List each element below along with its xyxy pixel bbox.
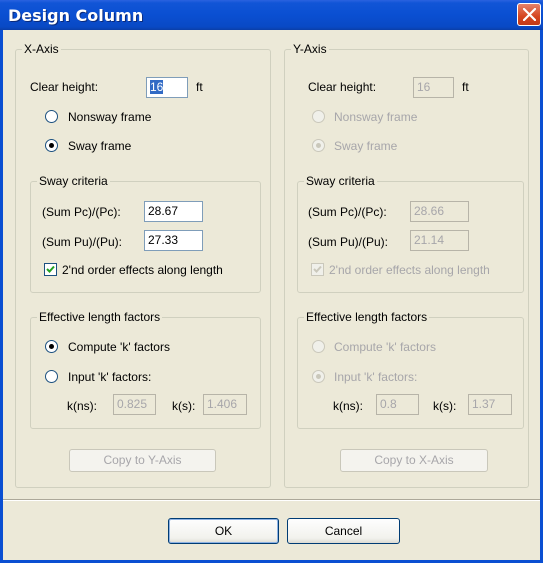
y-sway-radio[interactable] [312,139,325,152]
x-sway-radio[interactable] [45,139,58,152]
y-sum-pu-input[interactable]: 21.14 [410,230,469,251]
x-sum-pu-input[interactable]: 27.33 [144,230,203,251]
y-nonsway-radio[interactable] [312,110,325,123]
x-clear-height-value: 16 [150,80,164,94]
y-ks-input[interactable]: 1.37 [468,394,512,415]
y-kns-input[interactable]: 0.8 [376,394,419,415]
y-sway-label[interactable]: Sway frame [334,139,397,153]
x-elf-label: Effective length factors [37,310,163,324]
cancel-button[interactable]: Cancel [287,518,400,544]
y-kns-label: k(ns): [333,399,363,413]
x-sum-pu-label: (Sum Pu)/(Pu): [42,235,123,249]
title-bar[interactable]: Design Column [0,0,543,30]
y-compute-k-label[interactable]: Compute 'k' factors [334,340,436,354]
y-input-k-label[interactable]: Input 'k' factors: [334,370,417,384]
y-sway-radio-dot [316,143,321,148]
y-input-k-radio-dot [316,374,321,379]
x-compute-k-radio[interactable] [45,340,58,353]
x-sway-criteria-label: Sway criteria [37,174,110,188]
x-compute-k-radio-dot [49,344,54,349]
x-clear-height-unit: ft [196,80,203,94]
x-kns-label: k(ns): [67,399,97,413]
x-kns-input[interactable]: 0.825 [113,394,156,415]
y-axis-group-label: Y-Axis [291,42,329,56]
x-nonsway-label[interactable]: Nonsway frame [68,110,151,124]
close-button[interactable] [517,3,541,26]
x-sum-pc-input[interactable]: 28.67 [144,201,203,222]
y-elf-label: Effective length factors [304,310,430,324]
x-input-k-radio[interactable] [45,370,58,383]
x-input-k-label[interactable]: Input 'k' factors: [68,370,151,384]
y-clear-height-label: Clear height: [308,80,377,94]
x-ks-label: k(s): [172,399,196,413]
copy-to-x-axis-button[interactable]: Copy to X-Axis [340,449,488,472]
x-clear-height-input[interactable]: 16 [146,77,188,98]
checkmark-icon [313,265,322,273]
y-second-order-label[interactable]: 2'nd order effects along length [329,263,490,277]
ok-button[interactable]: OK [168,518,279,544]
checkmark-icon [46,265,55,273]
y-second-order-checkbox[interactable] [311,263,324,276]
y-ks-label: k(s): [433,399,457,413]
x-second-order-label[interactable]: 2'nd order effects along length [62,263,223,277]
x-compute-k-label[interactable]: Compute 'k' factors [68,340,170,354]
design-column-dialog: Design Column X-Axis Clear height: 16 ft… [0,0,543,563]
y-nonsway-label[interactable]: Nonsway frame [334,110,417,124]
y-sum-pc-label: (Sum Pc)/(Pc): [308,205,387,219]
y-input-k-radio[interactable] [312,370,325,383]
y-clear-height-unit: ft [462,80,469,94]
copy-to-y-axis-button[interactable]: Copy to Y-Axis [69,449,216,472]
x-clear-height-label: Clear height: [30,80,99,94]
x-sway-label[interactable]: Sway frame [68,139,131,153]
y-sway-criteria-label: Sway criteria [304,174,377,188]
button-separator [3,499,540,501]
x-axis-group-label: X-Axis [22,42,61,56]
close-icon [523,8,536,21]
y-sum-pu-label: (Sum Pu)/(Pu): [308,235,389,249]
y-sum-pc-input[interactable]: 28.66 [410,201,469,222]
x-ks-input[interactable]: 1.406 [203,394,247,415]
x-second-order-checkbox[interactable] [44,263,57,276]
y-compute-k-radio[interactable] [312,340,325,353]
x-sum-pc-label: (Sum Pc)/(Pc): [42,205,121,219]
x-sway-radio-dot [49,143,54,148]
y-clear-height-input[interactable]: 16 [413,77,454,98]
window-title: Design Column [8,6,144,25]
x-nonsway-radio[interactable] [45,110,58,123]
